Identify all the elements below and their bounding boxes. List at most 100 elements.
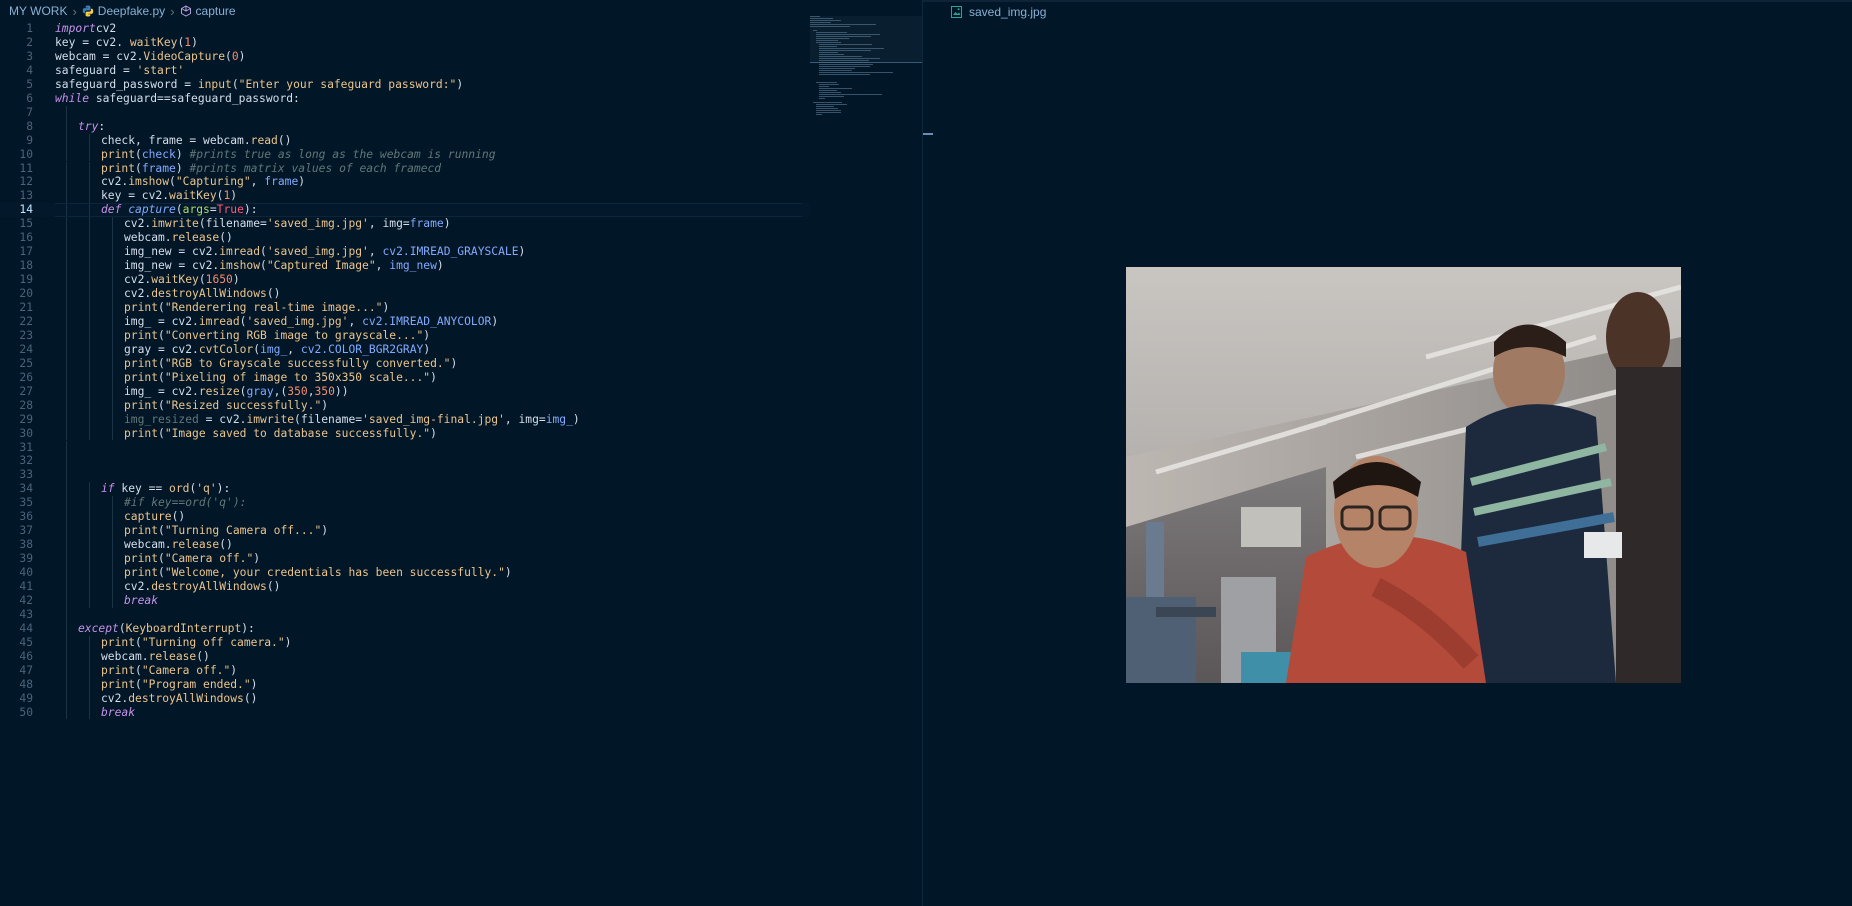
code-line[interactable]: 24 gray = cv2.cvtColor(img_, cv2.COLOR_BG… <box>0 342 810 357</box>
minimap-line <box>819 66 870 67</box>
code-line[interactable]: 32 <box>0 454 810 469</box>
code-line[interactable]: 14 def capture(args=True): <box>0 203 810 218</box>
code-line[interactable]: 38 webcam.release() <box>0 538 810 553</box>
line-number: 6 <box>26 91 33 105</box>
code-line[interactable]: 8 try: <box>0 119 810 134</box>
indent-guide <box>66 524 67 539</box>
image-preview-pane[interactable]: saved_img.jpg <box>923 0 1852 906</box>
breadcrumb-root[interactable]: MY WORK <box>9 4 67 18</box>
code-line[interactable]: 30 print("Image saved to database success… <box>0 426 810 441</box>
indent-guide <box>66 440 67 455</box>
code-token: ) <box>450 356 458 370</box>
code-line[interactable]: 6 while safeguard==safeguard_password: <box>0 92 810 106</box>
code-line[interactable]: 21 print("Renderering real-time image..."… <box>0 301 810 315</box>
code-line[interactable]: 50 break <box>0 705 810 720</box>
code-line[interactable]: 37 print("Turning Camera off...") <box>0 524 810 539</box>
code-line[interactable]: 20 cv2.destroyAllWindows() <box>0 287 810 301</box>
code-line[interactable]: 13 key = cv2.waitKey(1) <box>0 189 810 204</box>
code-line[interactable]: 23 print("Converting RGB image to graysca… <box>0 328 810 343</box>
code-line[interactable]: 35 #if key==ord('q'): <box>0 496 810 511</box>
indent-guide <box>89 482 90 497</box>
code-line[interactable]: 7 <box>0 105 810 120</box>
code-token: 350 <box>314 384 335 398</box>
code-line[interactable]: 44 except(KeyboardInterrupt): <box>0 621 810 636</box>
code-line[interactable]: 42 break <box>0 593 810 608</box>
code-line[interactable]: 41 cv2.destroyAllWindows() <box>0 580 810 594</box>
code-token: "Capturing" <box>175 175 251 189</box>
code-token: ) <box>191 35 198 49</box>
code-line[interactable]: 25 print("RGB to Grayscale successfully c… <box>0 356 810 371</box>
minimap-line <box>810 20 841 21</box>
code-token: webcam. <box>124 231 172 245</box>
minimap-line <box>819 54 845 55</box>
code-line[interactable]: 46 webcam.release() <box>0 649 810 664</box>
code-line[interactable]: 12 cv2.imshow("Capturing", frame) <box>0 175 810 190</box>
indent-guide <box>66 370 67 385</box>
code-area[interactable]: 1 importcv2 2 key = cv2. waitKey(1) 3 webcam … <box>0 22 810 906</box>
code-token: img_new <box>389 259 437 273</box>
code-line[interactable]: 36 capture() <box>0 510 810 525</box>
minimap-line <box>810 26 850 27</box>
code-line[interactable]: 26 print("Pixeling of image to 350x350 sc… <box>0 370 810 385</box>
code-line[interactable]: 5 safeguard_password = input("Enter your … <box>0 78 810 92</box>
code-token: ) <box>284 635 292 649</box>
indent-guide <box>89 342 90 357</box>
captured-webcam-image <box>1126 267 1681 683</box>
indent-guide <box>112 426 113 441</box>
code-line[interactable]: 27 img_ = cv2.resize(gray,(350,350)) <box>0 384 810 399</box>
code-line[interactable]: 10 print(check) #prints true as long as t… <box>0 147 810 162</box>
line-number: 36 <box>19 510 33 524</box>
code-line[interactable]: 18 img_new = cv2.imshow("Captured Image",… <box>0 259 810 274</box>
breadcrumb: MY WORK › Deepfake.py › capture <box>0 0 819 22</box>
code-line[interactable]: 4 safeguard = 'start' <box>0 64 810 78</box>
indent-guide <box>89 147 90 162</box>
code-token: ) <box>232 273 240 287</box>
code-token: break <box>124 593 159 607</box>
code-line[interactable]: 11 print(frame) #prints matrix values of … <box>0 161 810 176</box>
minimap-line <box>819 70 852 71</box>
code-line[interactable]: 40 print("Welcome, your credentials has b… <box>0 566 810 580</box>
code-text: print("Camera off.") <box>124 552 260 566</box>
line-number: 11 <box>19 161 33 175</box>
code-line[interactable]: 28 print("Resized successfully.") <box>0 398 810 413</box>
code-token: destroyAllWindows <box>128 691 244 705</box>
tab-bar-border <box>923 0 1852 2</box>
code-token: imwrite <box>246 412 295 426</box>
code-token: print <box>101 161 136 175</box>
code-token: #prints matrix values of each framecd <box>189 161 442 175</box>
code-token: img_ <box>545 412 573 426</box>
minimap[interactable] <box>810 16 922 126</box>
indent-guide <box>66 133 67 148</box>
code-line[interactable]: 1 importcv2 <box>0 22 810 36</box>
code-line[interactable]: 43 <box>0 607 810 622</box>
code-line[interactable]: 17 img_new = cv2.imread('saved_img.jpg', … <box>0 245 810 260</box>
minimap-line <box>819 94 882 95</box>
code-line[interactable]: 48 print("Program ended.") <box>0 677 810 692</box>
code-line[interactable]: 33 <box>0 468 810 483</box>
breadcrumb-symbol[interactable]: capture <box>196 4 236 18</box>
breadcrumb-file[interactable]: Deepfake.py <box>98 4 165 18</box>
code-line[interactable]: 29 img_resized = cv2.imwrite(filename='sa… <box>0 412 810 427</box>
code-line[interactable]: 49 cv2.destroyAllWindows() <box>0 691 810 706</box>
code-token: input <box>197 77 232 91</box>
code-line[interactable]: 2 key = cv2. waitKey(1) <box>0 36 810 50</box>
code-token: print <box>124 524 159 538</box>
code-line[interactable]: 9 check, frame = webcam.read() <box>0 133 810 148</box>
code-line[interactable]: 22 img_ = cv2.imread('saved_img.jpg', cv2… <box>0 314 810 329</box>
code-editor-pane[interactable]: MY WORK › Deepfake.py › capture 1 importc… <box>0 0 922 906</box>
code-line[interactable]: 39 print("Camera off.") <box>0 552 810 567</box>
code-line[interactable]: 47 print("Camera off.") <box>0 663 810 678</box>
code-text: except(KeyboardInterrupt): <box>78 622 255 636</box>
code-line[interactable]: 45 print("Turning off camera.") <box>0 635 810 650</box>
indent-guide <box>112 342 113 357</box>
code-line[interactable]: 19 cv2.waitKey(1650) <box>0 273 810 288</box>
code-token: #if key==ord('q'): <box>124 496 247 510</box>
code-line[interactable]: 34 if key == ord('q'): <box>0 482 810 497</box>
code-line[interactable]: 31 <box>0 440 810 455</box>
code-line[interactable]: 16 webcam.release() <box>0 231 810 246</box>
code-line[interactable]: 15 cv2.imwrite(filename='saved_img.jpg', … <box>0 217 810 232</box>
code-line[interactable]: 3 webcam = cv2.VideoCapture(0) <box>0 50 810 64</box>
code-token: : <box>98 119 106 133</box>
tab-saved-img[interactable]: saved_img.jpg <box>951 3 1046 21</box>
line-number: 2 <box>26 35 33 49</box>
